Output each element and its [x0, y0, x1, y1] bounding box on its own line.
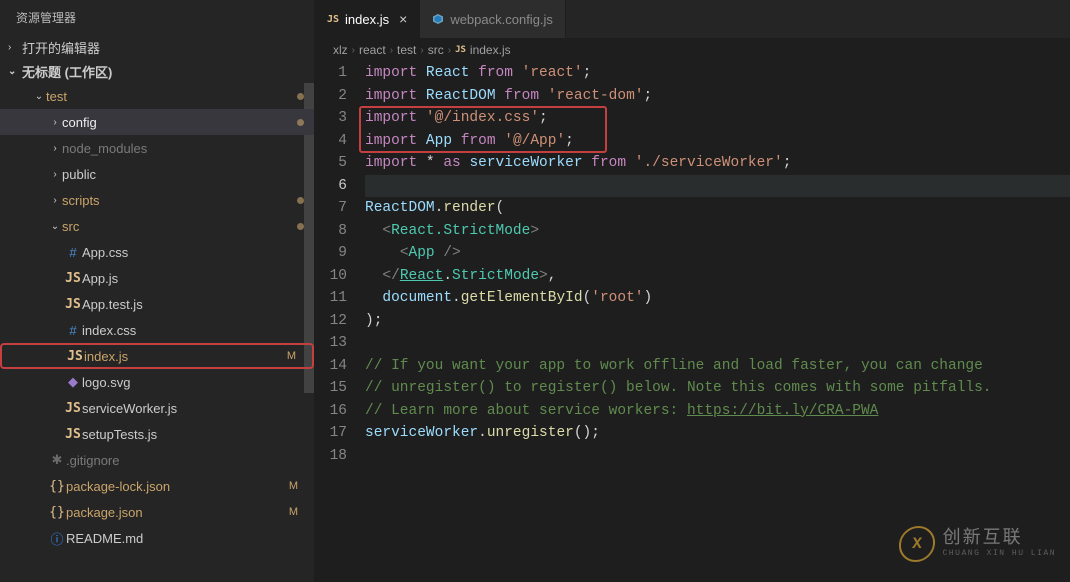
chevron-right-icon: ›	[48, 117, 62, 128]
workspace-section[interactable]: ⌄ 无标题 (工作区)	[0, 59, 314, 83]
chevron-right-icon: ›	[48, 195, 62, 206]
js-file-icon: JS	[327, 14, 339, 25]
file-package-json[interactable]: {} package.json M	[0, 499, 314, 525]
chevron-down-icon: ⌄	[8, 66, 22, 77]
folder-node-modules[interactable]: › node_modules	[0, 135, 314, 161]
close-icon[interactable]: ×	[399, 11, 407, 27]
tab-label: index.js	[345, 12, 389, 27]
json-file-icon: {}	[48, 479, 66, 494]
css-file-icon: #	[64, 323, 82, 338]
file-label: logo.svg	[82, 375, 304, 390]
gitignore-file-icon: ✱	[48, 452, 66, 468]
file-label: setupTests.js	[82, 427, 304, 442]
file-index-css[interactable]: # index.css	[0, 317, 314, 343]
js-file-icon: JS	[66, 349, 84, 364]
tab-index-js[interactable]: JS index.js ×	[315, 0, 420, 38]
file-setuptests-js[interactable]: JS setupTests.js	[0, 421, 314, 447]
workspace-label: 无标题 (工作区)	[22, 62, 112, 81]
js-file-icon: JS	[455, 45, 466, 55]
tab-label: webpack.config.js	[450, 12, 553, 27]
js-file-icon: JS	[64, 427, 82, 442]
open-editors-section[interactable]: › 打开的编辑器	[0, 35, 314, 59]
code-content[interactable]: import React from 'react';import ReactDO…	[365, 62, 1070, 582]
info-file-icon: ⓘ	[48, 529, 66, 548]
line-gutter: 123456789101112131415161718	[315, 62, 365, 582]
modified-dot-icon	[297, 93, 304, 100]
file-label: .gitignore	[66, 453, 304, 468]
git-modified-badge: M	[283, 480, 304, 492]
chevron-right-icon: ›	[48, 143, 62, 154]
folder-label: scripts	[62, 193, 297, 208]
file-logo-svg[interactable]: ◆ logo.svg	[0, 369, 314, 395]
folder-label: node_modules	[62, 141, 304, 156]
file-app-js[interactable]: JS App.js	[0, 265, 314, 291]
folder-label: test	[46, 89, 297, 104]
breadcrumb-item[interactable]: test	[397, 43, 416, 57]
file-label: index.css	[82, 323, 304, 338]
file-app-css[interactable]: # App.css	[0, 239, 314, 265]
folder-src[interactable]: ⌄ src	[0, 213, 314, 239]
watermark-subtitle: CHUANG XIN HU LIAN	[943, 550, 1056, 559]
modified-dot-icon	[297, 119, 304, 126]
folder-label: src	[62, 219, 297, 234]
file-serviceworker-js[interactable]: JS serviceWorker.js	[0, 395, 314, 421]
folder-label: public	[62, 167, 304, 182]
chevron-right-icon: ›	[48, 169, 62, 180]
file-label: README.md	[66, 531, 304, 546]
svg-file-icon: ◆	[64, 374, 82, 390]
watermark-logo-icon: X	[897, 526, 936, 562]
editor-tabs: JS index.js × webpack.config.js	[315, 0, 1070, 38]
folder-config[interactable]: › config	[0, 109, 314, 135]
js-file-icon: JS	[64, 401, 82, 416]
folder-public[interactable]: › public	[0, 161, 314, 187]
explorer-title: 资源管理器	[0, 0, 314, 35]
file-label: App.js	[82, 271, 304, 286]
file-app-test-js[interactable]: JS App.test.js	[0, 291, 314, 317]
file-label: App.test.js	[82, 297, 304, 312]
chevron-down-icon: ⌄	[48, 221, 62, 232]
file-readme[interactable]: ⓘ README.md	[0, 525, 314, 551]
chevron-right-icon: ›	[8, 42, 22, 53]
file-label: index.js	[84, 349, 281, 364]
folder-scripts[interactable]: › scripts	[0, 187, 314, 213]
breadcrumb-item[interactable]: xlz	[333, 43, 348, 57]
breadcrumb-item[interactable]: src	[428, 43, 444, 57]
js-file-icon: JS	[64, 271, 82, 286]
file-label: package-lock.json	[66, 479, 283, 494]
tab-webpack-config[interactable]: webpack.config.js	[420, 0, 566, 38]
breadcrumb-item[interactable]: react	[359, 43, 386, 57]
file-label: App.css	[82, 245, 304, 260]
webpack-icon	[432, 13, 444, 25]
watermark-title: 创新互联	[943, 530, 1056, 550]
file-index-js[interactable]: JS index.js M	[0, 343, 314, 369]
open-editors-label: 打开的编辑器	[22, 38, 100, 57]
watermark: X 创新互联 CHUANG XIN HU LIAN	[899, 526, 1056, 562]
git-modified-badge: M	[283, 506, 304, 518]
modified-dot-icon	[297, 223, 304, 230]
file-label: serviceWorker.js	[82, 401, 304, 416]
file-label: package.json	[66, 505, 283, 520]
file-tree: ⌄ test › config › node_modules › public …	[0, 83, 314, 582]
css-file-icon: #	[64, 245, 82, 260]
modified-dot-icon	[297, 197, 304, 204]
folder-test[interactable]: ⌄ test	[0, 83, 314, 109]
json-file-icon: {}	[48, 505, 66, 520]
chevron-down-icon: ⌄	[32, 91, 46, 102]
js-file-icon: JS	[64, 297, 82, 312]
explorer-sidebar: 资源管理器 › 打开的编辑器 ⌄ 无标题 (工作区) ⌄ test › conf…	[0, 0, 315, 582]
breadcrumb[interactable]: xlz› react› test› src› JS index.js	[315, 38, 1070, 62]
breadcrumb-item[interactable]: index.js	[470, 43, 511, 57]
file-gitignore[interactable]: ✱ .gitignore	[0, 447, 314, 473]
folder-label: config	[62, 115, 297, 130]
code-editor[interactable]: 123456789101112131415161718 import React…	[315, 62, 1070, 582]
editor-area: JS index.js × webpack.config.js xlz› rea…	[315, 0, 1070, 582]
git-modified-badge: M	[281, 350, 302, 362]
file-package-lock[interactable]: {} package-lock.json M	[0, 473, 314, 499]
